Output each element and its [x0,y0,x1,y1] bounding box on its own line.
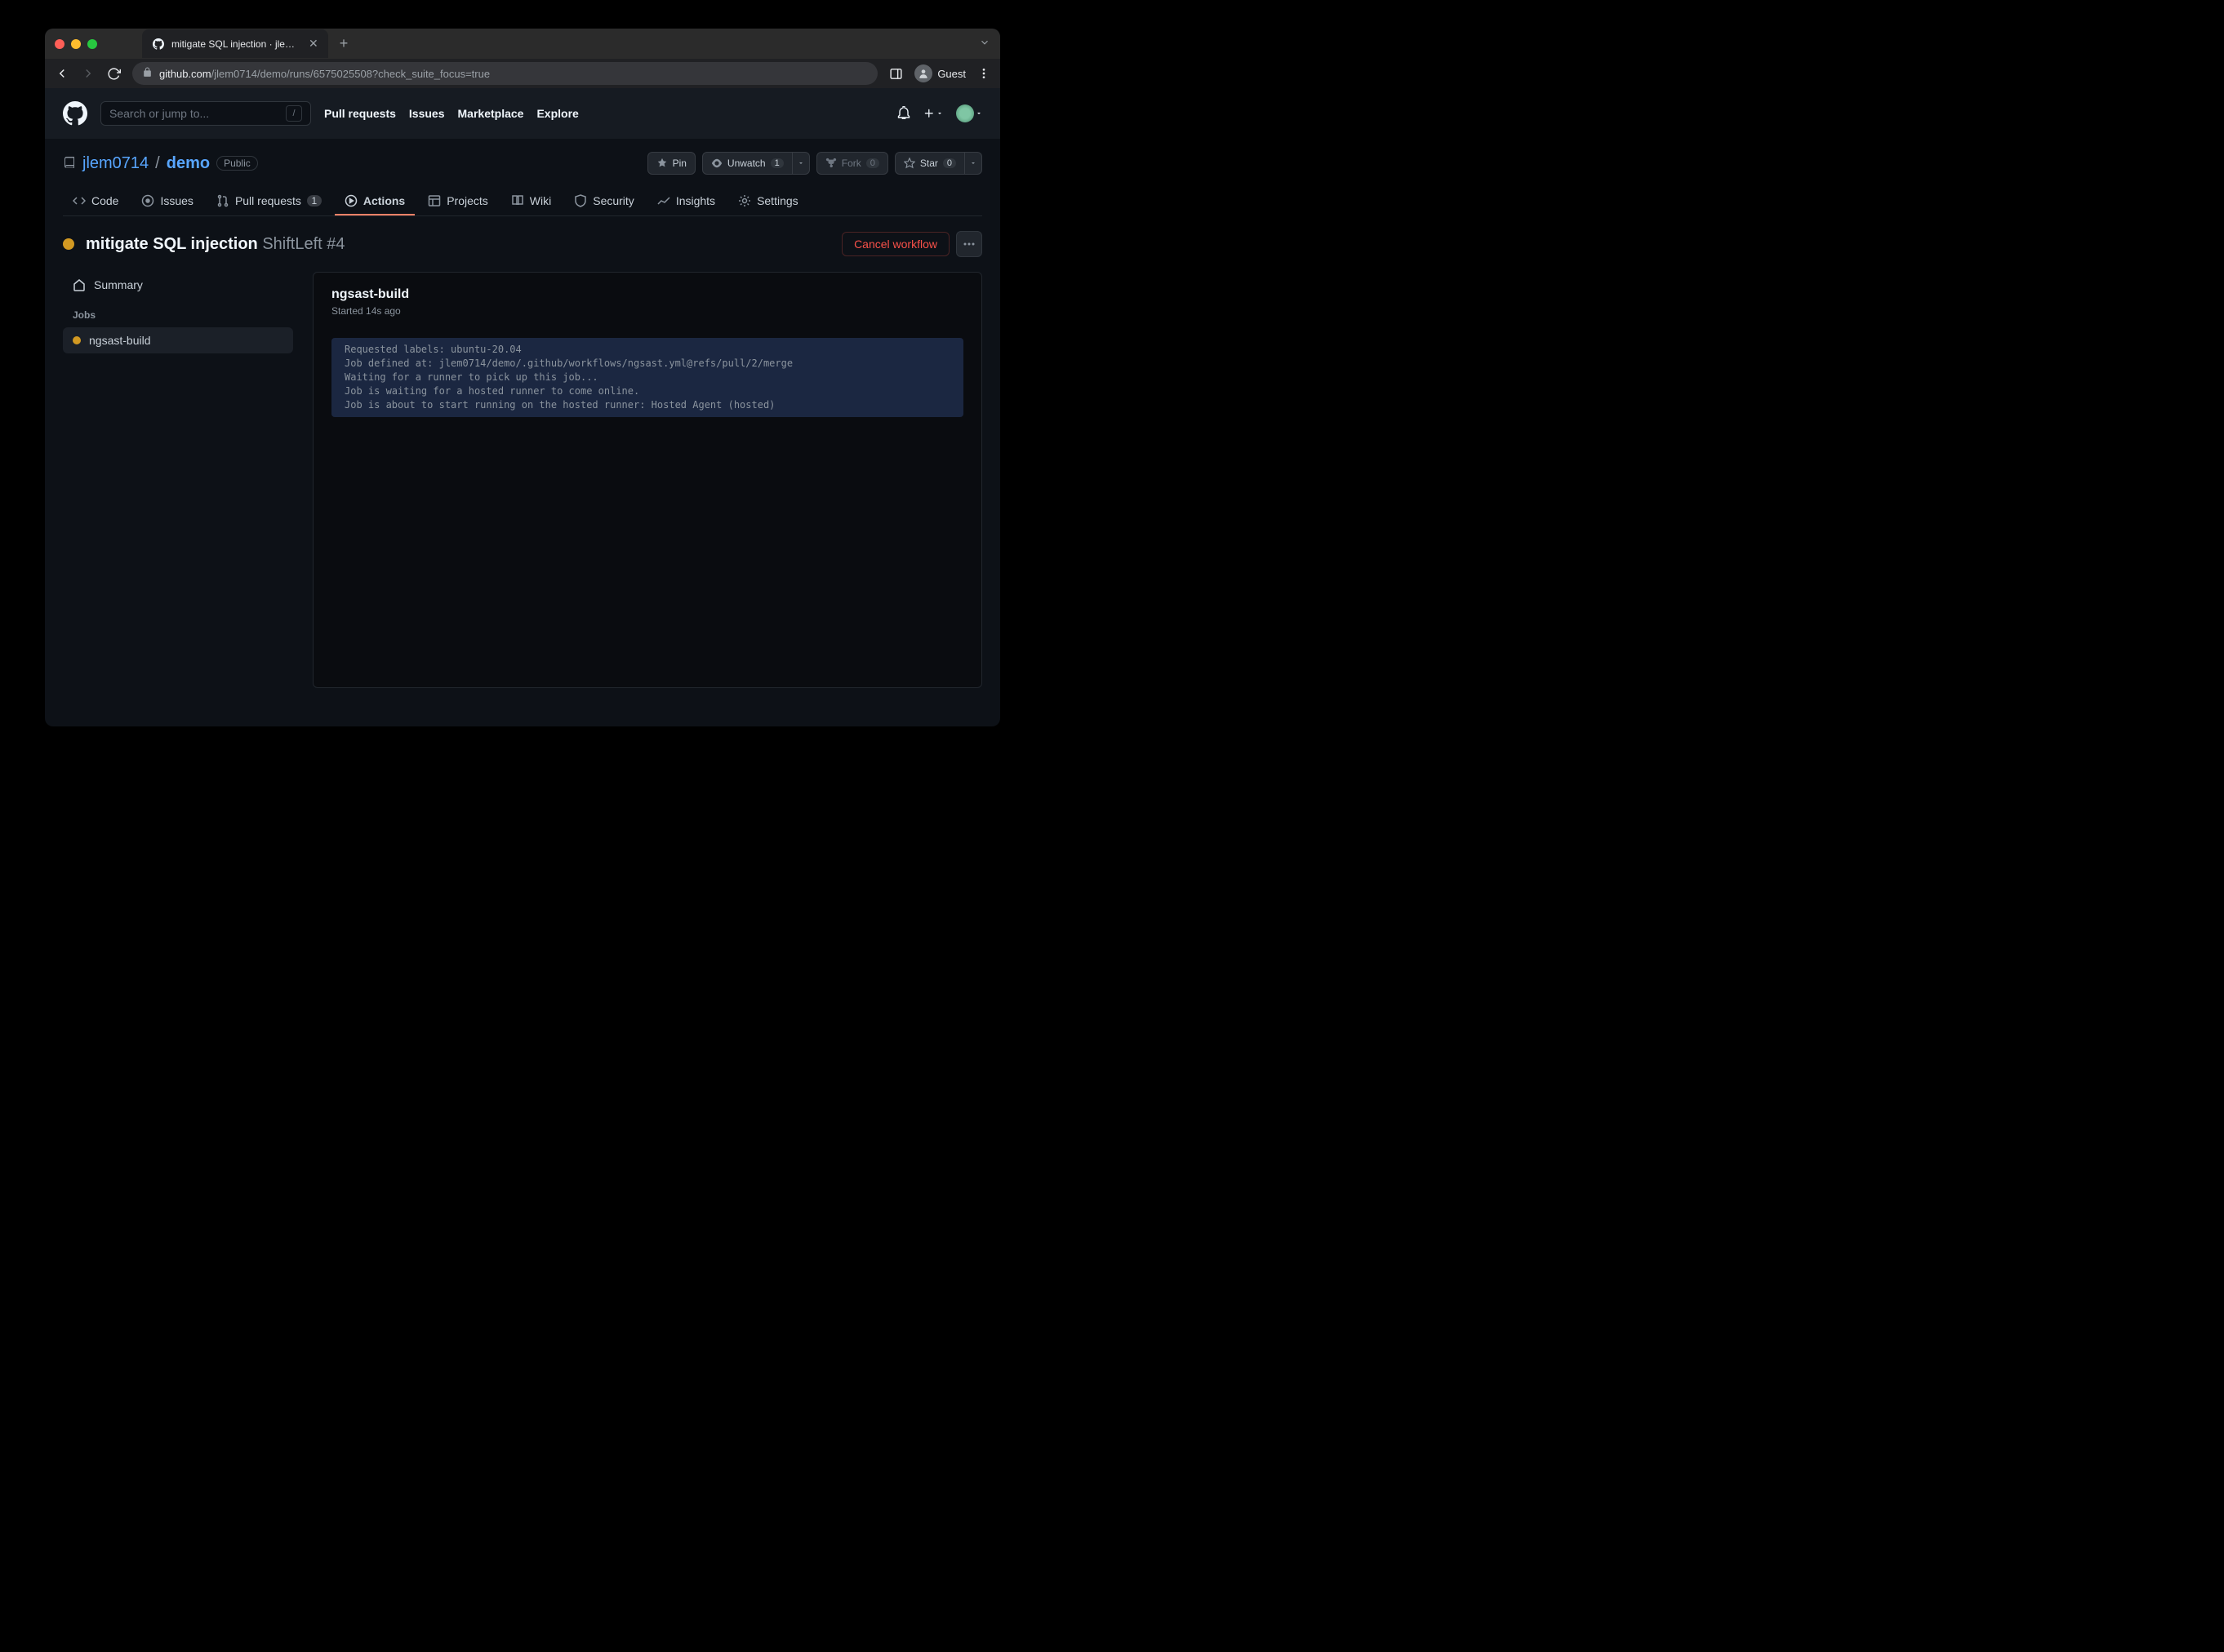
log-line: Waiting for a runner to pick up this job… [345,371,598,383]
repo-breadcrumb: jlem0714 / demo Public [63,154,258,173]
job-log[interactable]: Requested labels: ubuntu-20.04 Job defin… [331,338,963,417]
tab-settings[interactable]: Settings [728,188,808,215]
visibility-badge: Public [216,156,258,171]
star-button[interactable]: Star 0 [895,152,965,175]
nav-issues[interactable]: Issues [409,107,445,120]
tab-issues[interactable]: Issues [131,188,202,215]
run-title: mitigate SQL injection ShiftLeft #4 [86,235,345,254]
guest-avatar-icon [914,64,932,82]
tab-code[interactable]: Code [63,188,128,215]
browser-window: mitigate SQL injection · jlem07 ✕ + gith… [45,29,1000,726]
addr-right: Guest [889,64,990,82]
star-icon [904,158,915,169]
window-maximize[interactable] [87,39,97,49]
guest-label: Guest [937,68,966,80]
unwatch-button[interactable]: Unwatch 1 [702,152,793,175]
tab-security[interactable]: Security [564,188,644,215]
fork-icon [825,158,837,169]
sidebar-summary[interactable]: Summary [63,272,293,298]
main-body: Summary Jobs ngsast-build ngsast-build S… [45,272,1000,688]
search-input[interactable]: Search or jump to... / [100,101,311,126]
repo-owner-link[interactable]: jlem0714 [82,154,149,173]
repo-actions: Pin Unwatch 1 Fork 0 [647,152,982,175]
reload-button[interactable] [107,67,121,81]
tabs-overflow-icon[interactable] [979,37,990,51]
pin-icon [656,158,668,169]
log-line: Requested labels: ubuntu-20.04 [345,344,522,355]
create-menu[interactable] [923,108,943,119]
repo-tabs: Code Issues Pull requests 1 Actions Proj… [63,188,982,216]
kebab-icon [963,238,976,251]
user-menu[interactable] [956,104,982,122]
tab-title: mitigate SQL injection · jlem07 [171,38,302,50]
lock-icon [142,67,153,80]
gear-icon [738,194,751,207]
issue-icon [141,194,154,207]
tab-close-icon[interactable]: ✕ [309,37,318,51]
panel-icon[interactable] [889,67,903,81]
nav-marketplace[interactable]: Marketplace [458,107,524,120]
traffic-lights [55,39,97,49]
projects-icon [428,194,441,207]
sidebar: Summary Jobs ngsast-build [63,272,293,688]
log-line: Job is waiting for a hosted runner to co… [345,385,639,397]
notifications-icon[interactable] [897,106,910,122]
browser-menu-icon[interactable] [977,67,990,80]
pull-request-icon [216,194,229,207]
window-close[interactable] [55,39,64,49]
job-panel: ngsast-build Started 14s ago Requested l… [313,272,982,688]
tab-wiki[interactable]: Wiki [501,188,561,215]
tab-actions[interactable]: Actions [335,188,415,215]
profile-chip[interactable]: Guest [914,64,966,82]
unwatch-dropdown[interactable] [793,152,810,175]
primary-nav: Pull requests Issues Marketplace Explore [324,107,579,120]
star-dropdown[interactable] [965,152,982,175]
nav-pull-requests[interactable]: Pull requests [324,107,396,120]
fork-button[interactable]: Fork 0 [816,152,888,175]
pin-button[interactable]: Pin [647,152,696,175]
sidebar-job-ngsast-build[interactable]: ngsast-build [63,327,293,353]
actions-icon [345,194,358,207]
window-minimize[interactable] [71,39,81,49]
home-icon [73,278,86,291]
address-bar: github.com/jlem0714/demo/runs/6575025508… [45,59,1000,88]
site-header: Search or jump to... / Pull requests Iss… [45,88,1000,139]
slash-key-icon: / [286,105,302,122]
status-dot-pending-icon [73,336,81,344]
new-tab-button[interactable]: + [340,35,349,52]
status-dot-pending-icon [63,238,74,250]
repo-header: jlem0714 / demo Public Pin Unwatch 1 [45,139,1000,216]
tab-insights[interactable]: Insights [647,188,725,215]
user-avatar-icon [956,104,974,122]
search-placeholder: Search or jump to... [109,107,209,120]
code-icon [73,194,86,207]
jobs-heading: Jobs [63,298,293,327]
repo-icon [63,157,76,170]
eye-icon [711,158,723,169]
titlebar: mitigate SQL injection · jlem07 ✕ + [45,29,1000,59]
repo-name-link[interactable]: demo [167,154,210,173]
nav-explore[interactable]: Explore [536,107,578,120]
header-right [897,104,982,122]
cancel-workflow-button[interactable]: Cancel workflow [842,232,950,256]
job-started: Started 14s ago [331,305,963,317]
job-title: ngsast-build [331,287,963,302]
path-separator: / [155,154,160,173]
log-line: Job defined at: jlem0714/demo/.github/wo… [345,357,793,369]
shield-icon [574,194,587,207]
forward-button[interactable] [81,66,96,81]
run-more-menu[interactable] [956,231,982,257]
run-header-row: mitigate SQL injection ShiftLeft #4 Canc… [45,216,1000,272]
back-button[interactable] [55,66,69,81]
url-input[interactable]: github.com/jlem0714/demo/runs/6575025508… [132,62,878,85]
graph-icon [657,194,670,207]
tab-projects[interactable]: Projects [418,188,498,215]
github-logo-icon[interactable] [63,101,87,126]
wiki-icon [511,194,524,207]
url-text: github.com/jlem0714/demo/runs/6575025508… [159,68,490,80]
github-icon [152,38,165,51]
browser-tab[interactable]: mitigate SQL injection · jlem07 ✕ [142,29,328,58]
log-line: Job is about to start running on the hos… [345,399,775,411]
tab-pull-requests[interactable]: Pull requests 1 [207,188,331,215]
